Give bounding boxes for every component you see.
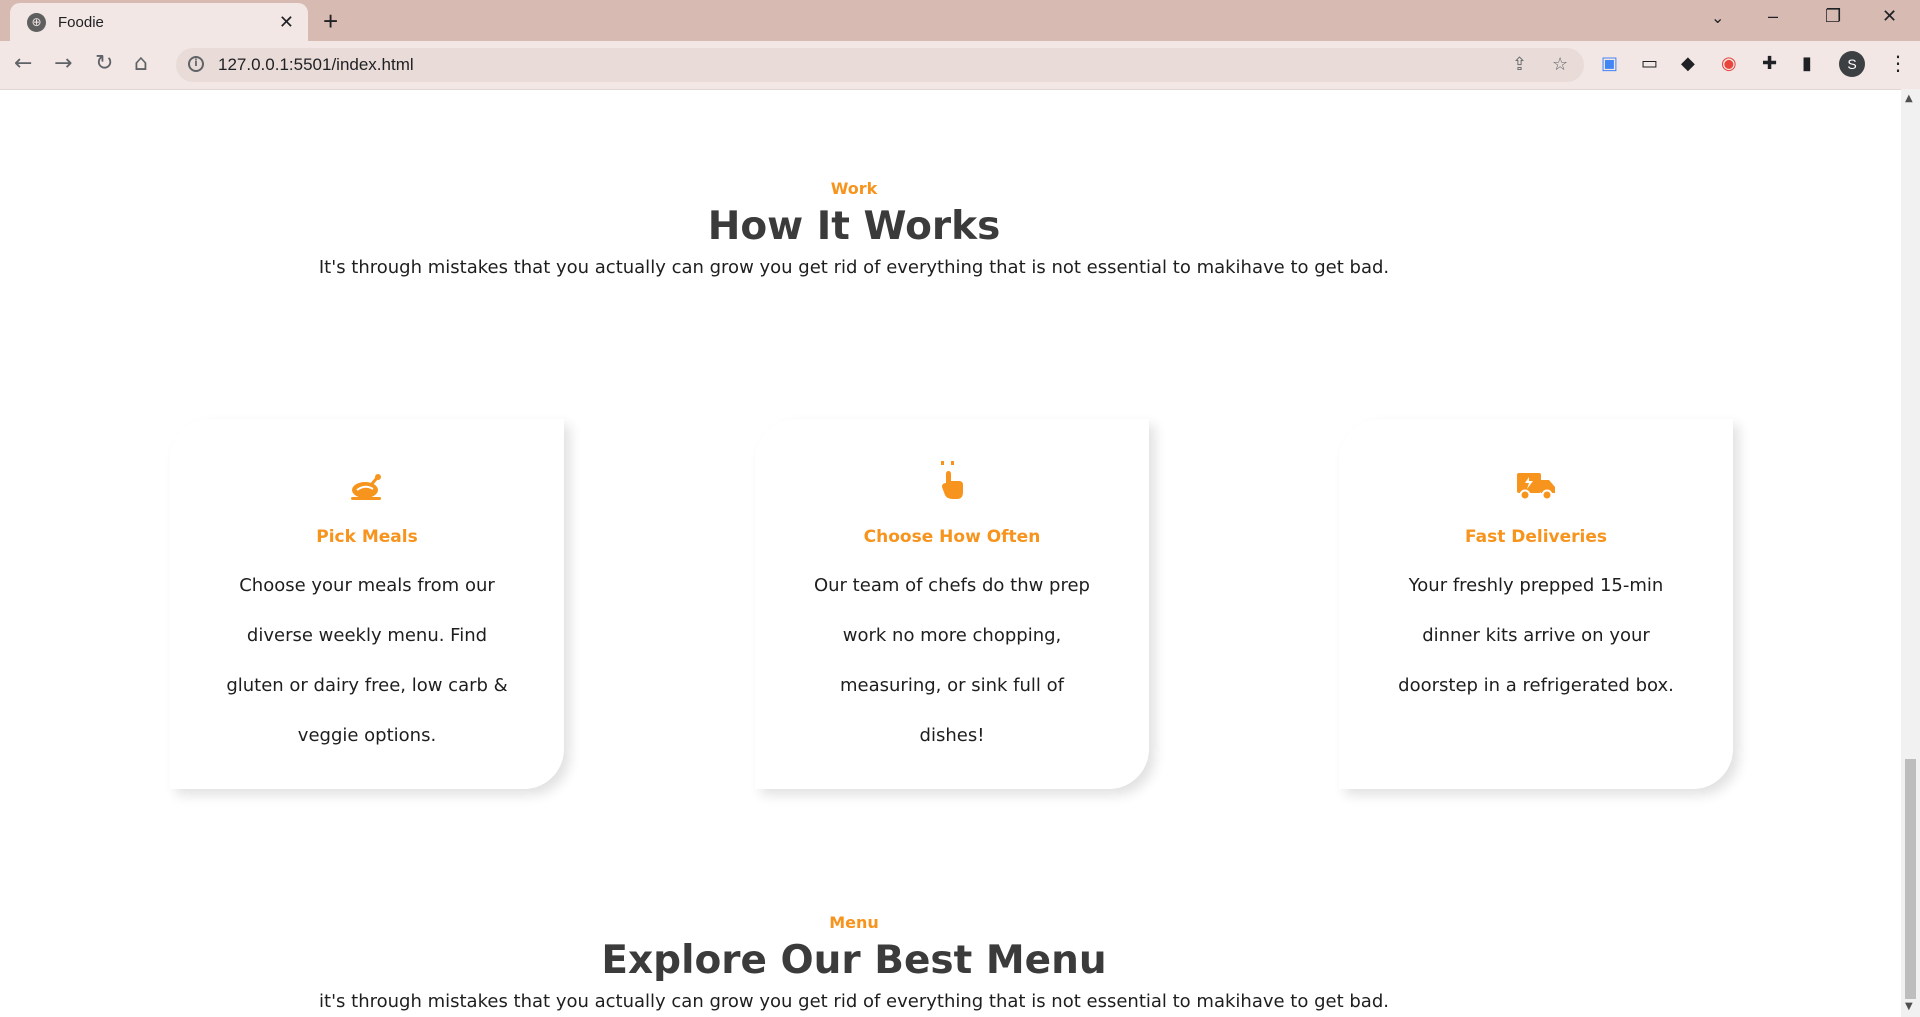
extension-puppy-icon[interactable]: ◆	[1681, 53, 1695, 74]
card-title: Fast Deliveries	[1464, 527, 1608, 547]
profile-avatar[interactable]: S	[1839, 51, 1865, 77]
restore-button[interactable]: ❐	[1825, 6, 1841, 27]
scroll-down-arrow-icon[interactable]: ▼	[1905, 1001, 1913, 1012]
roast-chicken-icon	[170, 471, 564, 507]
card-pick-meals: Pick Meals Choose your meals from our di…	[170, 419, 564, 789]
card-choose-how-often: Choose How Often Our team of chefs do th…	[755, 419, 1149, 789]
menu-subtitle: it's through mistakes that you actually …	[319, 991, 1389, 1012]
extensions-puzzle-icon[interactable]: ✚	[1762, 53, 1777, 74]
card-title: Pick Meals	[316, 527, 418, 547]
bookmark-star-icon[interactable]: ☆	[1552, 54, 1568, 75]
work-eyebrow: Work	[830, 179, 878, 198]
card-text: Choose your meals from our diverse weekl…	[226, 575, 508, 746]
home-icon[interactable]: ⌂	[134, 51, 148, 76]
scroll-thumb[interactable]	[1905, 759, 1916, 999]
menu-section-header: Menu Explore Our Best Menu it's through …	[0, 913, 1708, 1012]
delivery-truck-icon	[1339, 471, 1733, 507]
card-text: Your freshly prepped 15-min dinner kits …	[1398, 575, 1674, 696]
tab-close-button[interactable]: ✕	[279, 12, 294, 33]
new-tab-button[interactable]: +	[323, 6, 338, 37]
close-window-button[interactable]: ✕	[1882, 6, 1897, 27]
work-section-header: Work How It Works It's through mistakes …	[0, 179, 1708, 278]
color-wheel-extension-icon[interactable]: ◉	[1721, 53, 1737, 74]
card-fast-deliveries: Fast Deliveries Your freshly prepped 15-…	[1339, 419, 1733, 789]
translate-icon[interactable]: ▣	[1601, 53, 1618, 74]
work-subtitle: It's through mistakes that you actually …	[318, 257, 1390, 278]
browser-menu-icon[interactable]: ⋮	[1888, 51, 1908, 75]
minimize-button[interactable]: –	[1768, 6, 1778, 27]
menu-eyebrow: Menu	[829, 913, 879, 932]
side-panel-icon[interactable]: ▮	[1802, 53, 1812, 74]
card-text: Our team of chefs do thw prep work no mo…	[813, 575, 1090, 746]
globe-icon: ⊕	[27, 12, 46, 32]
forward-arrow-icon[interactable]: →	[54, 51, 72, 76]
pointer-hand-icon	[755, 461, 1149, 507]
page-content: Work How It Works It's through mistakes …	[0, 89, 1901, 1017]
url-text[interactable]: 127.0.0.1:5501/index.html	[218, 55, 414, 75]
share-icon[interactable]: ⇪	[1512, 54, 1527, 75]
site-info-icon[interactable]: i	[188, 56, 204, 72]
tab-search-chevron-icon[interactable]: ⌄	[1711, 8, 1724, 27]
back-arrow-icon[interactable]: ←	[14, 51, 32, 76]
browser-tab[interactable]: ⊕ Foodie ✕	[10, 3, 308, 41]
page-scrollbar[interactable]: ▲ ▼	[1901, 89, 1920, 1017]
reload-icon[interactable]: ↻	[95, 51, 113, 76]
card-title: Choose How Often	[863, 527, 1041, 547]
picture-in-picture-icon[interactable]: ▭	[1641, 53, 1658, 74]
tab-title: Foodie	[58, 13, 104, 31]
work-title: How It Works	[707, 204, 1001, 249]
menu-title: Explore Our Best Menu	[601, 938, 1107, 983]
browser-toolbar: ← → ↻ ⌂ i 127.0.0.1:5501/index.html ⇪ ☆	[0, 41, 1920, 90]
address-bar[interactable]: i 127.0.0.1:5501/index.html ⇪ ☆	[176, 48, 1584, 82]
tab-bar: ⊕ Foodie ✕ + ⌄ – ❐ ✕	[0, 0, 1920, 41]
scroll-up-arrow-icon[interactable]: ▲	[1905, 93, 1913, 104]
